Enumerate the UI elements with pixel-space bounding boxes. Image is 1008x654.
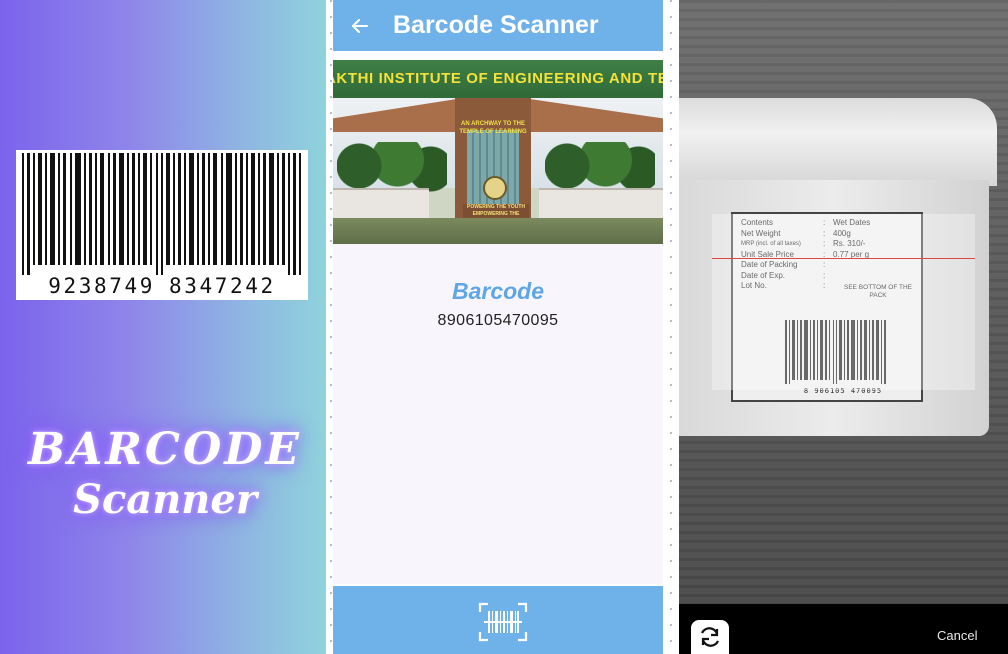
banner-fence-right: [539, 188, 663, 218]
emblem-icon: [483, 176, 507, 200]
camera-flip-icon: [700, 627, 720, 647]
scan-button[interactable]: [478, 602, 528, 642]
barcode-graphic: [22, 153, 301, 275]
institution-name: AKTHI INSTITUTE OF ENGINEERING AND TECH: [333, 70, 663, 87]
camera-scan-view: Contents: Wet Dates Net Weight: 400g MRP…: [679, 0, 1008, 654]
banner-fence-left: [333, 188, 429, 218]
app-bar: Barcode Scanner: [333, 0, 663, 51]
result-label: Barcode: [451, 278, 545, 304]
scan-line: [712, 258, 975, 259]
flip-camera-button[interactable]: [691, 620, 729, 654]
promo-title: BARCODE Scanner: [20, 428, 310, 520]
banner-ground: [333, 218, 663, 244]
barcode-scan-icon: [478, 602, 528, 642]
barcode-scanner-app: Barcode Scanner AN ARCHWAY TO THE TEMPLE…: [326, 0, 678, 654]
barcode-digits-right: 8347242: [169, 274, 276, 298]
banner-name-strip: AKTHI INSTITUTE OF ENGINEERING AND TECH: [333, 60, 663, 98]
promo-title-line1: BARCODE: [28, 424, 302, 475]
promo-barcode: 9238749 8347242: [16, 150, 308, 300]
tub-lid: [679, 98, 997, 186]
promo-panel: 9238749 8347242 BARCODE Scanner: [0, 0, 326, 654]
cancel-button[interactable]: Cancel: [937, 628, 977, 643]
screen-edge-left: [330, 0, 332, 654]
back-button[interactable]: [333, 0, 387, 51]
bottom-bar: [333, 586, 663, 654]
screen-edge-right: [670, 0, 672, 654]
page-title: Barcode Scanner: [393, 11, 599, 39]
banner-arch-text: AN ARCHWAY TO THE TEMPLE OF LEARNING: [459, 121, 527, 135]
barcode-digits-left: 9238749: [48, 274, 155, 298]
result-panel: Barcode 8906105470095: [333, 244, 663, 584]
result-barcode-value: 8906105470095: [437, 312, 559, 329]
barcode-digits: 9238749 8347242: [16, 274, 308, 298]
institution-banner-image: AN ARCHWAY TO THE TEMPLE OF LEARNING POW…: [333, 60, 663, 244]
promo-title-line2: Scanner: [73, 476, 257, 523]
arrow-left-icon: [352, 18, 368, 33]
scan-window-overlay: [712, 214, 975, 390]
